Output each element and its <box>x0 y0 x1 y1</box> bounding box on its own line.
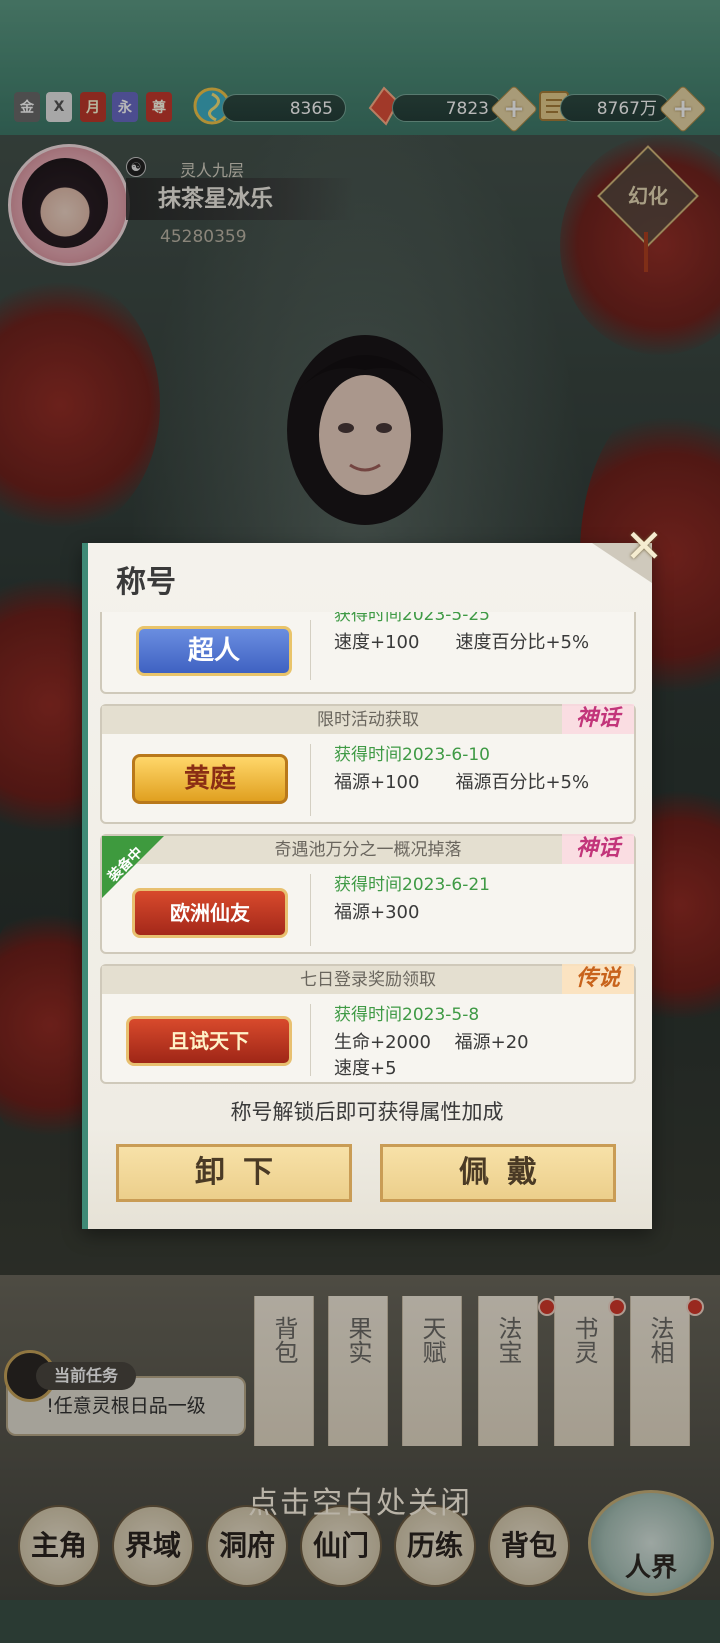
obtain-time: 获得时间2023-5-8 <box>334 1005 480 1025</box>
title-attributes: 速度+100 速度百分比+5% <box>334 632 590 653</box>
title-attributes: 生命+2000 福源+20 <box>334 1032 529 1053</box>
title-badge: 欧洲仙友 <box>132 888 288 938</box>
rarity-badge: 神话 <box>562 704 634 734</box>
unlock-hint: 称号解锁后即可获得属性加成 <box>230 1100 504 1124</box>
title-badge: 且试天下 <box>126 1016 292 1066</box>
obtain-time: 获得时间2023-5-25 <box>334 612 490 625</box>
dialog-title: 称号 <box>116 565 176 600</box>
rarity-badge: 神话 <box>562 834 634 864</box>
close-icon[interactable]: ✕ <box>622 523 666 569</box>
title-source: 奇遇池万分之一概况掉落 <box>102 836 634 864</box>
rarity-badge: 传说 <box>562 964 634 994</box>
obtain-time: 获得时间2023-6-21 <box>334 875 490 895</box>
title-source: 限时活动获取 <box>102 706 634 734</box>
title-list[interactable]: 超人 获得时间2023-5-25 速度+100 速度百分比+5% 限时活动获取 … <box>94 612 640 1088</box>
title-attributes: 福源+100 福源百分比+5% <box>334 772 590 793</box>
title-card[interactable]: 七日登录奖励领取 传说 且试天下 获得时间2023-5-8 生命+2000 福源… <box>100 964 636 1084</box>
title-badge: 超人 <box>136 626 292 676</box>
title-badge: 黄庭 <box>132 754 288 804</box>
tap-to-close-hint: 点击空白处关闭 <box>248 1486 472 1521</box>
title-attributes: 福源+300 <box>334 902 420 923</box>
equip-button[interactable]: 佩戴 <box>380 1144 616 1202</box>
obtain-time: 获得时间2023-6-10 <box>334 745 490 765</box>
title-card[interactable]: 限时活动获取 神话 黄庭 获得时间2023-6-10 福源+100 福源百分比+… <box>100 704 636 824</box>
title-source: 七日登录奖励领取 <box>102 966 634 994</box>
title-attributes-extra: 速度+5 <box>334 1058 397 1079</box>
unequip-button[interactable]: 卸下 <box>116 1144 352 1202</box>
title-card[interactable]: 奇遇池万分之一概况掉落 神话 装备中 欧洲仙友 获得时间2023-6-21 福源… <box>100 834 636 954</box>
title-card[interactable]: 超人 获得时间2023-5-25 速度+100 速度百分比+5% <box>100 612 636 694</box>
